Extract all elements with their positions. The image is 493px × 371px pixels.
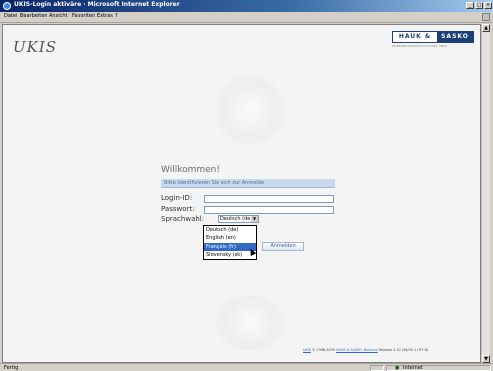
menubar: Datei Bearbeiten Ansicht Favoriten Extra… <box>0 12 493 23</box>
footer-link-company[interactable]: HAUK & SASKO, Bochum <box>336 348 378 352</box>
window-titlebar: UKIS-Login aktiväre · Microsoft Internet… <box>0 0 493 12</box>
status-zone: Internet <box>403 365 423 371</box>
password-input[interactable] <box>204 206 334 214</box>
hauk-sasko-logo: HAUK & SASKO <box>392 31 474 43</box>
login-id-label: Login-ID: <box>161 194 193 202</box>
close-button[interactable]: × <box>484 2 492 9</box>
welcome-heading: Willkommen! <box>161 165 220 175</box>
logo-right: SASKO <box>437 32 473 42</box>
footer-copyright: UKIS © 1998-2009 HAUK & SASKO, Bochum Re… <box>303 348 428 352</box>
hint-text: Bitte identifizieren Sie sich zur Anmeld… <box>164 180 264 186</box>
internet-explorer-icon <box>3 2 11 10</box>
menu-item-bearbeiten[interactable]: Bearbeiten <box>20 13 47 19</box>
chevron-down-icon[interactable]: ▼ <box>251 216 258 222</box>
menu-item-extras[interactable]: Extras <box>97 13 113 19</box>
language-dropdown-list: Deutsch (de) English (en) Français (fr) … <box>203 225 257 260</box>
status-zone-panel <box>386 365 491 371</box>
hint-bar: Bitte identifizieren Sie sich zur Anmeld… <box>161 179 335 188</box>
language-label: Sprachwahl: <box>161 215 205 223</box>
vertical-scrollbar[interactable]: ▲ ▼ <box>481 24 490 363</box>
windows-logo-icon <box>482 13 490 21</box>
login-button[interactable]: Anmelden <box>262 242 304 251</box>
password-label: Passwort: <box>161 205 195 213</box>
scroll-up-icon[interactable]: ▲ <box>482 24 490 32</box>
menu-item-help[interactable]: ? <box>115 13 118 19</box>
watermark-headset-icon-bottom <box>215 295 285 350</box>
menu-item-favoriten[interactable]: Favoriten <box>72 13 95 19</box>
footer-release: Release 5.10 (04/05.1 UTF-8) <box>378 348 429 352</box>
language-option-de[interactable]: Deutsch (de) <box>204 226 256 234</box>
ukis-logo: UKIS <box>13 38 58 56</box>
window-title: UKIS-Login aktiväre · Microsoft Internet… <box>14 1 180 8</box>
status-segment <box>370 365 384 371</box>
menu-item-ansicht[interactable]: Ansicht <box>49 13 67 19</box>
globe-icon: ● <box>395 365 400 371</box>
minimize-button[interactable]: _ <box>466 2 474 9</box>
login-id-input[interactable] <box>204 195 334 203</box>
footer-link-ukis[interactable]: UKIS <box>303 348 311 352</box>
menu-item-datei[interactable]: Datei <box>4 13 17 19</box>
status-text: Fertig <box>4 365 19 371</box>
statusbar: Fertig ● Internet <box>0 363 493 371</box>
logo-left: HAUK & <box>393 32 437 42</box>
maximize-button[interactable]: □ <box>475 2 483 9</box>
language-option-en[interactable]: English (en) <box>204 234 256 242</box>
language-select[interactable]: Deutsch (de) ▼ <box>218 215 259 223</box>
footer-copyright-years: © 1998-2009 <box>311 348 335 352</box>
watermark-headset-icon <box>215 75 285 145</box>
scroll-down-icon[interactable]: ▼ <box>482 355 490 363</box>
language-selected-value: Deutsch (de) <box>220 216 253 222</box>
logo-tagline: INGENIEURGESELLSCHAFT MBH <box>392 44 448 48</box>
